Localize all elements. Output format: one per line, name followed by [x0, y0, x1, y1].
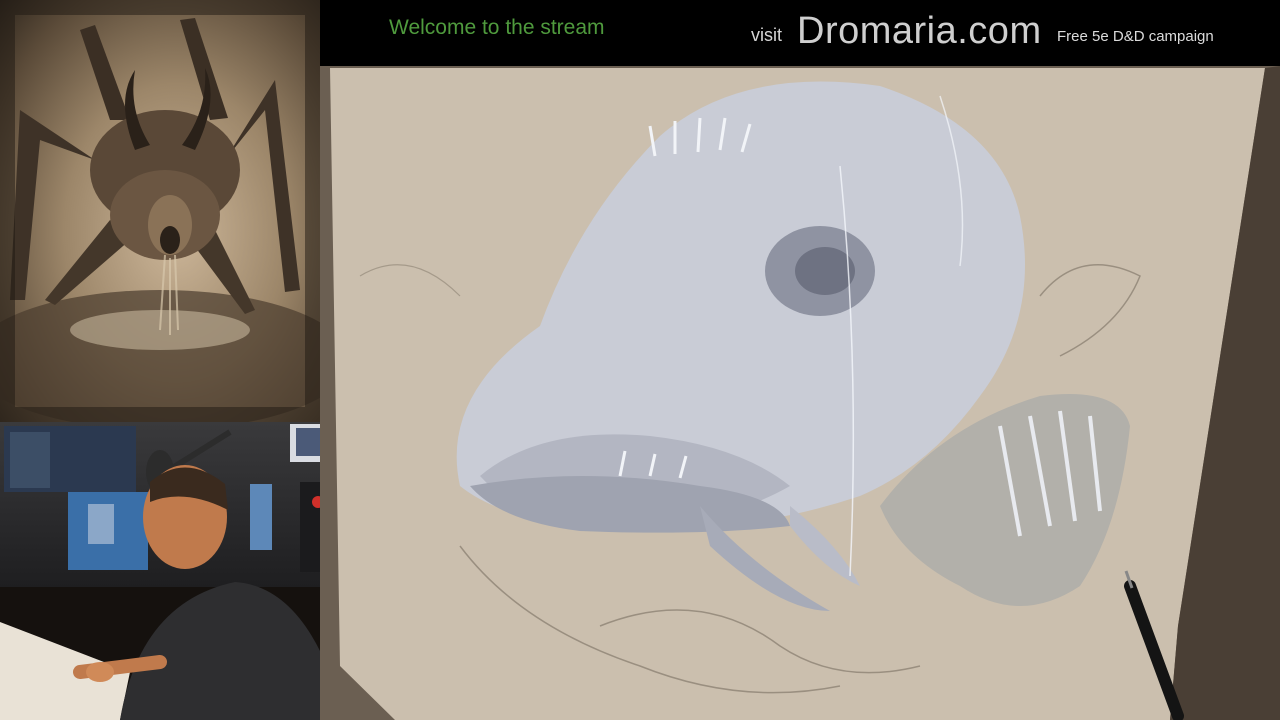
site-name: Dromaria.com — [797, 10, 1042, 52]
tagline-text: Free 5e D&D campaign — [1057, 28, 1214, 45]
welcome-text: Welcome to the stream — [389, 16, 605, 39]
creature-drawing — [330, 66, 1280, 720]
reference-creature-illustration — [0, 0, 320, 422]
drawing-in-progress — [320, 66, 1280, 720]
reference-artwork — [0, 0, 320, 422]
visit-label: visit — [751, 25, 782, 45]
